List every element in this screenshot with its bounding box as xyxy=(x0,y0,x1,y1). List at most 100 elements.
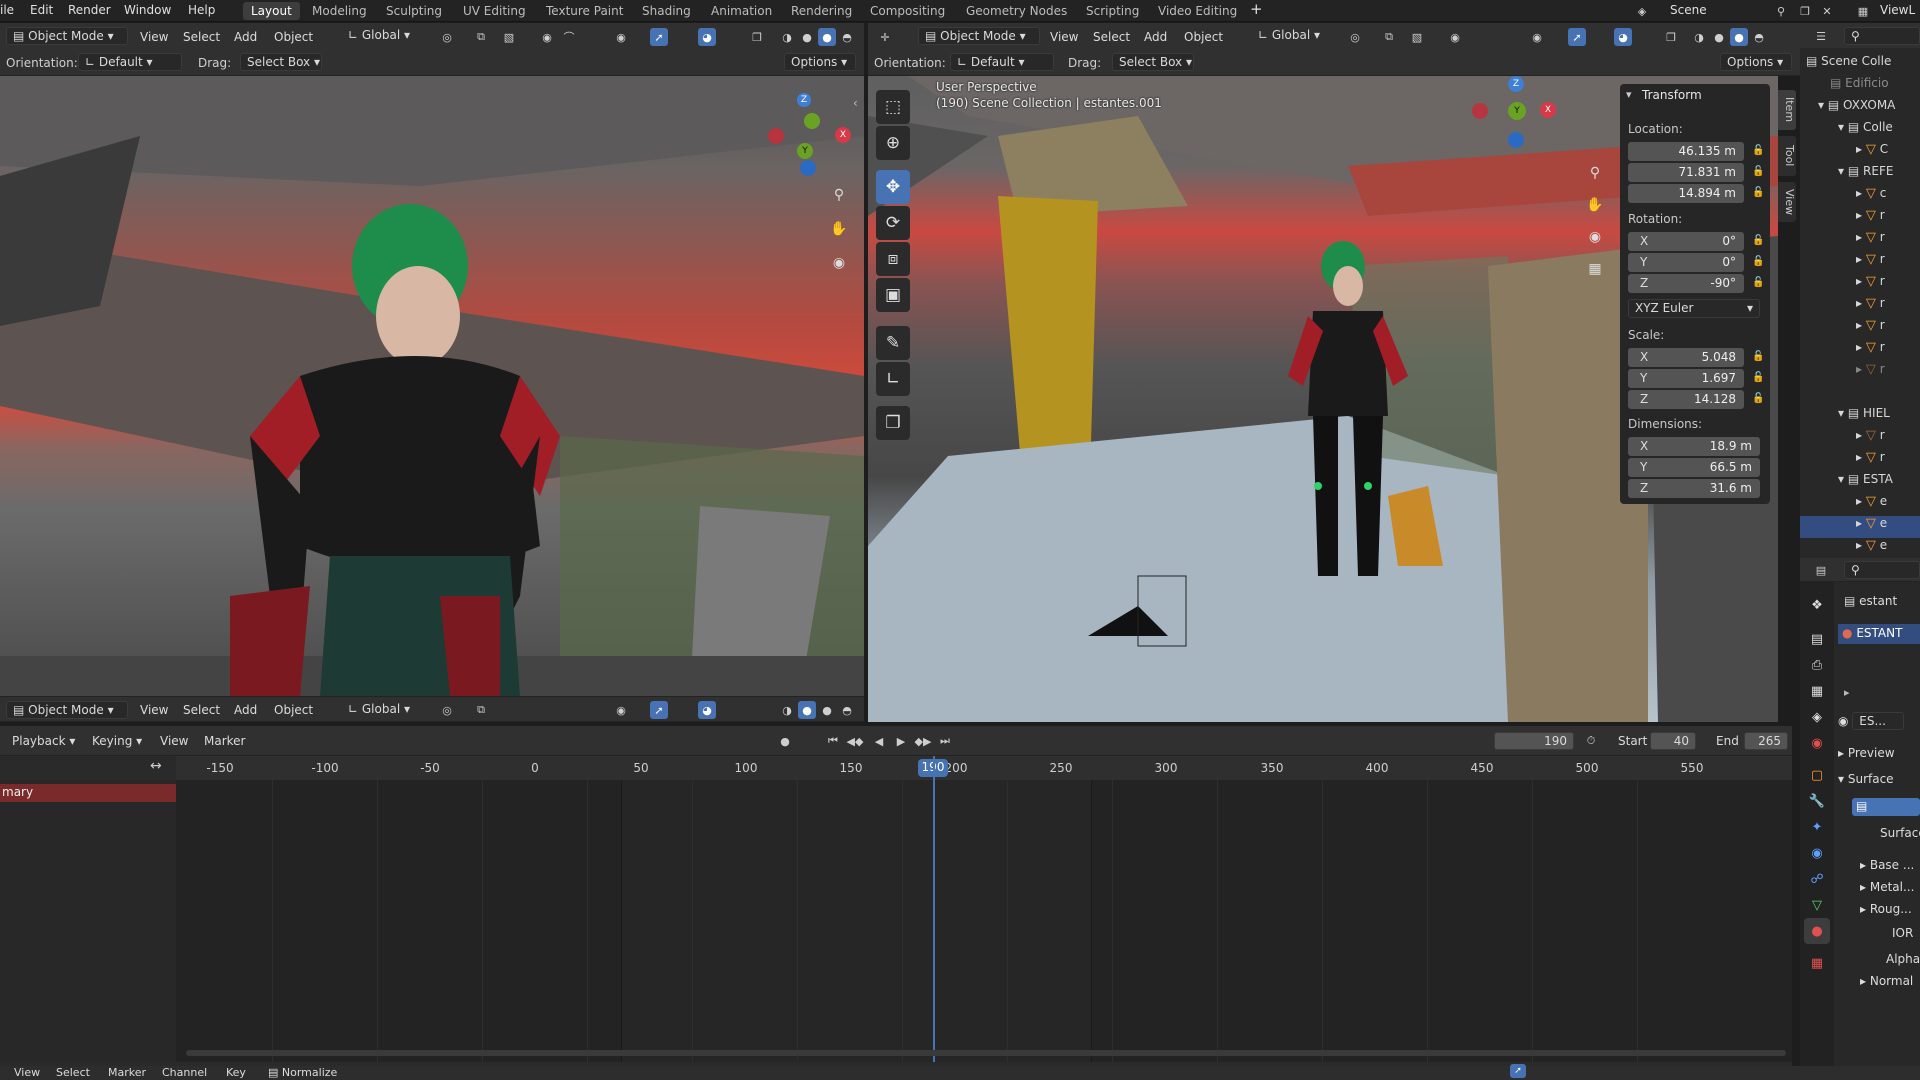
outliner-row[interactable]: ▸ ▽ e xyxy=(1800,538,1920,560)
bottom-solid-icon[interactable]: ● xyxy=(798,701,816,719)
right-pan-icon[interactable]: ✋ xyxy=(1582,192,1608,218)
ior-input[interactable]: IOR xyxy=(1892,926,1913,940)
lock-icon[interactable]: 🔓 xyxy=(1752,145,1764,157)
record-icon[interactable]: ● xyxy=(776,732,794,750)
outliner-row[interactable]: ▸ ▽ r xyxy=(1800,450,1920,472)
playback-dropdown[interactable]: Playback ▾ xyxy=(12,734,75,748)
right-zoom-icon[interactable]: ⚲ xyxy=(1582,160,1608,186)
outliner-row[interactable]: ▤ Edificio xyxy=(1800,76,1920,98)
material-selector[interactable]: ◉ ES... xyxy=(1838,712,1920,732)
rotation-y-field[interactable]: Y 0° xyxy=(1628,253,1744,272)
play-icon[interactable]: ▶ xyxy=(892,732,910,750)
properties-editor-type-icon[interactable]: ▤ xyxy=(1812,561,1830,579)
gizmo-y-axis[interactable] xyxy=(804,113,820,129)
proportional-edit-icon[interactable]: ◉ xyxy=(538,28,556,46)
xray-icon[interactable]: ❐ xyxy=(748,28,766,46)
use-nodes-button[interactable]: ▤ xyxy=(1852,798,1920,816)
next-keyframe-icon[interactable]: ◆▶ xyxy=(914,732,932,750)
bottom-menu-add[interactable]: Add xyxy=(234,703,257,717)
outliner-row[interactable]: ▾ ▤ ESTA xyxy=(1800,472,1920,494)
object-properties-icon[interactable]: ▢ xyxy=(1804,762,1830,788)
pan-hand-icon[interactable]: ✋ xyxy=(826,216,852,242)
dopesheet-area[interactable] xyxy=(176,756,1792,1062)
summary-channel[interactable]: mary xyxy=(0,784,176,802)
lock-icon[interactable]: 🔓 xyxy=(1752,372,1764,384)
bottom-material-icon[interactable]: ● xyxy=(818,701,836,719)
right-ortho-grid-icon[interactable]: ▦ xyxy=(1582,256,1608,282)
lock-icon[interactable]: 🔓 xyxy=(1752,277,1764,289)
pivot-icon[interactable]: ◎ xyxy=(438,28,456,46)
sidebar-toggle-icon[interactable]: ‹ xyxy=(853,96,858,110)
lock-icon[interactable]: 🔓 xyxy=(1752,256,1764,268)
frame-ruler[interactable]: ↔ -150 -100 -50 0 50 100 150 200 250 300… xyxy=(0,756,1792,780)
scene-name[interactable]: Scene xyxy=(1670,3,1707,17)
material-shading-icon[interactable]: ● xyxy=(818,28,836,46)
outliner-row[interactable]: ▸ ▽ r xyxy=(1800,362,1920,384)
editor-type-icon[interactable]: ✛ xyxy=(876,28,894,46)
menu-help[interactable]: Help xyxy=(188,3,215,17)
bottom-snap-icon[interactable]: ⧉ xyxy=(472,701,490,719)
dimensions-y-field[interactable]: Y 66.5 m xyxy=(1628,458,1760,477)
tab-layout[interactable]: Layout xyxy=(243,2,300,20)
right-options-dropdown[interactable]: Options ▾ xyxy=(1720,53,1792,71)
location-y-field[interactable]: 71.831 m xyxy=(1628,163,1744,182)
bottom-overlay-icon[interactable]: ◕ xyxy=(698,701,716,719)
right-menu-object[interactable]: Object xyxy=(1184,30,1223,44)
right-rendered-icon[interactable]: ◓ xyxy=(1750,28,1768,46)
right-snap-increment-icon[interactable]: ▧ xyxy=(1408,28,1426,46)
preview-panel-header[interactable]: ▸ Preview xyxy=(1838,746,1895,760)
rendered-shading-icon[interactable]: ◓ xyxy=(838,28,856,46)
prev-keyframe-icon[interactable]: ◀◆ xyxy=(846,732,864,750)
bottom-gizmo-icon[interactable]: ➚ xyxy=(650,701,668,719)
outliner-row[interactable]: ▸ ▽ e xyxy=(1800,494,1920,516)
right-material-icon[interactable]: ● xyxy=(1730,28,1748,46)
transform-orientation-dropdown[interactable]: ∟ Global ▾ xyxy=(342,27,424,45)
overlay-toggle-icon[interactable]: ◕ xyxy=(698,28,716,46)
options-dropdown[interactable]: Options ▾ xyxy=(784,53,856,71)
outliner-row[interactable]: ▾ ▤ HIEL xyxy=(1800,406,1920,428)
rotate-tool-icon[interactable]: ⟳ xyxy=(876,206,910,240)
tab-compositing[interactable]: Compositing xyxy=(862,2,953,20)
right-solid-icon[interactable]: ● xyxy=(1710,28,1728,46)
footer-menu-channel[interactable]: Channel xyxy=(162,1066,207,1079)
menu-file[interactable]: ile xyxy=(0,3,14,17)
right-visibility-icon[interactable]: ◉ xyxy=(1528,28,1546,46)
gizmo-toggle-icon[interactable]: ➚ xyxy=(650,28,668,46)
tab-shading[interactable]: Shading xyxy=(634,2,699,20)
tab-texture-paint[interactable]: Texture Paint xyxy=(538,2,631,20)
timeline-menu-view[interactable]: View xyxy=(160,734,188,748)
tab-uv-editing[interactable]: UV Editing xyxy=(455,2,534,20)
sidebar-tab-view[interactable]: View xyxy=(1778,182,1796,222)
right-transform-orientation[interactable]: ∟ Global ▾ xyxy=(1252,27,1334,45)
location-x-field[interactable]: 46.135 m xyxy=(1628,142,1744,161)
start-frame-field[interactable]: 40 xyxy=(1650,732,1696,750)
outliner-row[interactable]: ▸ ▽ r xyxy=(1800,230,1920,252)
lock-icon[interactable]: 🔓 xyxy=(1752,187,1764,199)
footer-menu-key[interactable]: Key xyxy=(226,1066,246,1079)
menu-window[interactable]: Window xyxy=(124,3,171,17)
normal-input[interactable]: ▸ Normal xyxy=(1860,974,1913,988)
data-properties-icon[interactable]: ▽ xyxy=(1804,892,1830,918)
tab-rendering[interactable]: Rendering xyxy=(783,2,860,20)
play-reverse-icon[interactable]: ◀ xyxy=(870,732,888,750)
metallic-input[interactable]: ▸ Metal... xyxy=(1860,880,1914,894)
outliner-row-selected[interactable]: ▸ ▽ e xyxy=(1800,516,1920,538)
scale-x-field[interactable]: X 5.048 xyxy=(1628,348,1744,367)
transform-tool-icon[interactable]: ▣ xyxy=(876,278,910,312)
base-color-input[interactable]: ▸ Base ... xyxy=(1860,858,1914,872)
outliner-row[interactable]: ▸ ▽ r xyxy=(1800,274,1920,296)
right-gizmo-neg-z[interactable] xyxy=(1508,132,1524,148)
move-tool-icon[interactable]: ✥ xyxy=(876,170,910,204)
menu-edit[interactable]: Edit xyxy=(30,3,53,17)
right-overlay-icon[interactable]: ◕ xyxy=(1614,28,1632,46)
view-layer-properties-icon[interactable]: ▦ xyxy=(1804,678,1830,704)
view-layer-icon[interactable]: ▦ xyxy=(1854,2,1872,20)
expand-icon[interactable]: ▸ xyxy=(1844,686,1850,699)
right-gizmo-z[interactable]: Z xyxy=(1508,76,1524,92)
dimensions-x-field[interactable]: X 18.9 m xyxy=(1628,437,1760,456)
outliner-row[interactable]: ▸ ▽ r xyxy=(1800,208,1920,230)
right-proportional-icon[interactable]: ◉ xyxy=(1446,28,1464,46)
transform-panel-title[interactable]: Transform xyxy=(1642,88,1702,102)
right-xray-icon[interactable]: ❐ xyxy=(1662,28,1680,46)
current-frame-field[interactable]: 190 xyxy=(1494,732,1574,750)
